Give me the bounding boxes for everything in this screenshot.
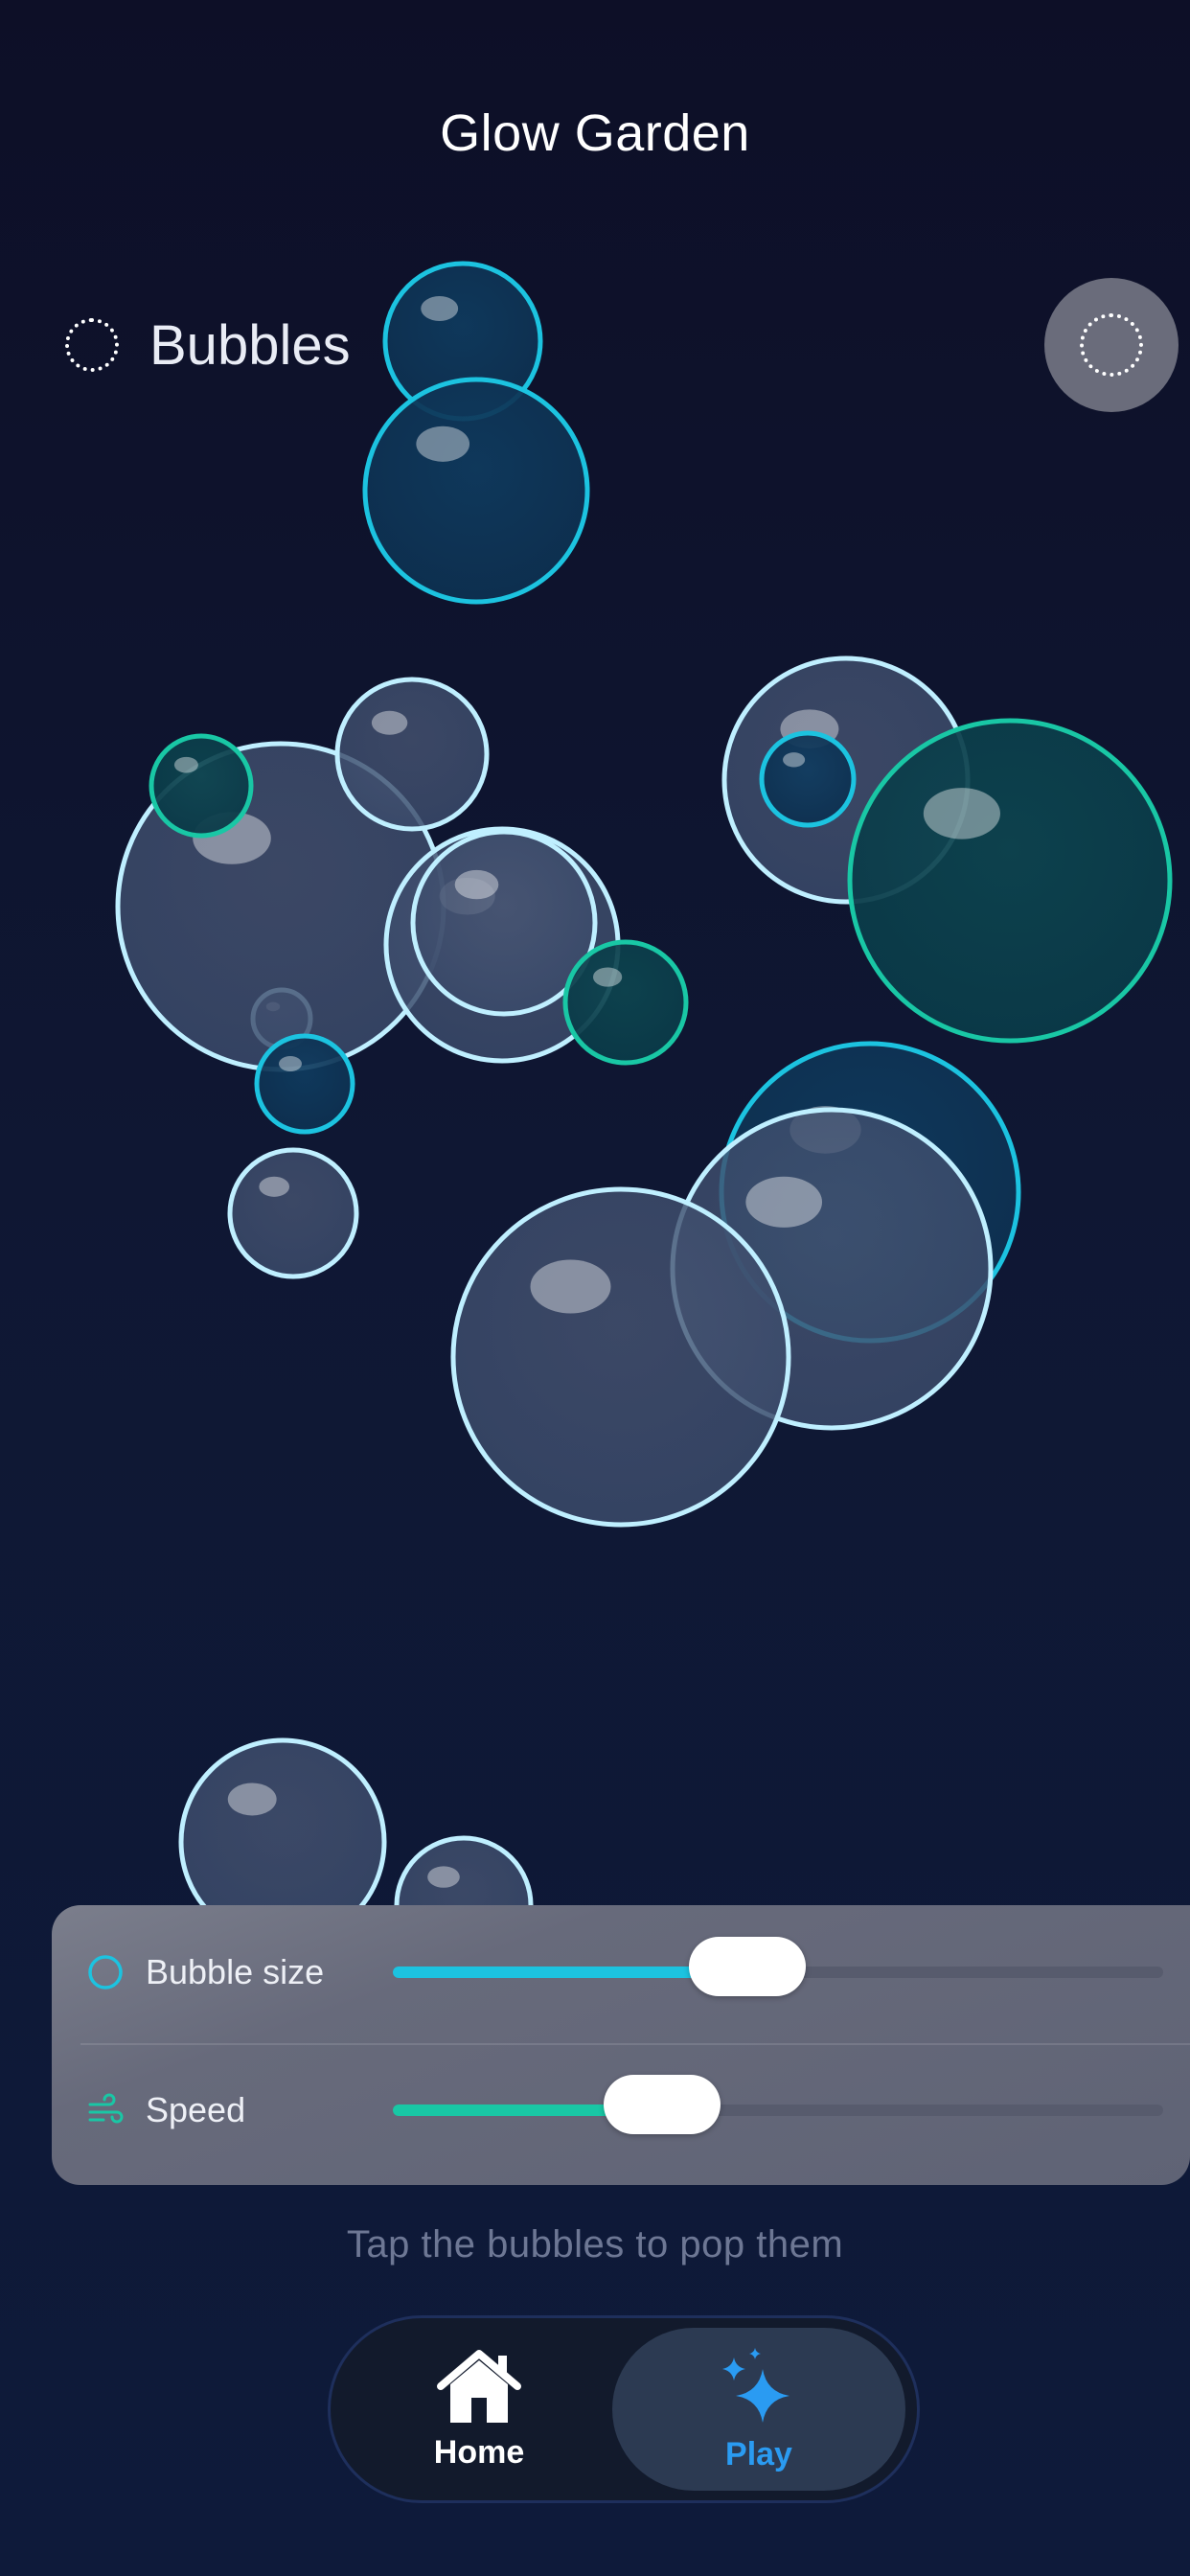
bubble-highlight [592,967,623,987]
bubble[interactable] [362,377,590,605]
speed-slider-thumb[interactable] [604,2075,721,2134]
bubble-body [394,1835,534,1907]
bubble-size-slider-thumb[interactable] [688,1937,806,1996]
bubble-highlight [454,869,499,900]
bubble-highlight [421,296,459,321]
speed-label: Speed [146,2090,246,2129]
bubble-body [562,939,689,1066]
bubble[interactable] [178,1737,387,1907]
wind-icon [86,2091,125,2129]
bubble[interactable] [450,1186,791,1528]
house-icon [437,2349,521,2423]
bubble-size-row: Bubble size [52,1905,1190,2039]
bubble-highlight [745,1176,823,1228]
bubble-highlight [227,1782,277,1816]
bubble-body [254,1033,355,1135]
bubble-highlight [427,1866,460,1888]
bubble[interactable] [759,730,857,828]
bubble[interactable] [847,718,1173,1044]
bubble-body [178,1737,387,1907]
mode-toggle-button[interactable] [1044,278,1179,412]
bubble-highlight [259,1176,290,1197]
speed-row: Speed [52,2043,1190,2177]
bubble-highlight [371,710,408,735]
bubble-field[interactable] [0,0,1190,1907]
bubble[interactable] [394,1835,534,1907]
tab-play[interactable]: Play [612,2328,905,2491]
speed-slider[interactable] [393,2075,1163,2134]
bubble-highlight [279,1056,302,1071]
tab-play-label: Play [725,2435,792,2472]
tab-home-label: Home [433,2433,525,2471]
bubble[interactable] [227,1147,359,1279]
hint-text: Tap the bubbles to pop them [346,2223,844,2266]
tab-home[interactable]: Home [359,2328,599,2491]
control-panel: Bubble size Speed [52,1905,1190,2185]
bubble-highlight [173,756,198,773]
bubble-highlight [783,752,806,768]
bubble-body [149,733,254,839]
bubble-highlight [416,426,470,462]
bubble-body [362,377,590,605]
bubble-body [227,1147,359,1279]
bubble-body [450,1186,791,1528]
tab-bar: Home Play [328,2315,920,2503]
bubble-highlight [923,788,1000,840]
dotted-circle-icon [1080,313,1143,377]
bubble-size-slider[interactable] [393,1937,1163,1996]
bubble-body [759,730,857,828]
bubble[interactable] [334,677,490,832]
sparkles-icon [722,2347,790,2423]
bubble[interactable] [562,939,689,1066]
circle-outline-icon [86,1953,125,1991]
bubble[interactable] [149,733,254,839]
bubble-body [847,718,1173,1044]
bubble[interactable] [254,1033,355,1135]
bubble-body [334,677,490,832]
bubble-highlight [530,1259,611,1314]
bubble-size-label: Bubble size [146,1952,325,1991]
